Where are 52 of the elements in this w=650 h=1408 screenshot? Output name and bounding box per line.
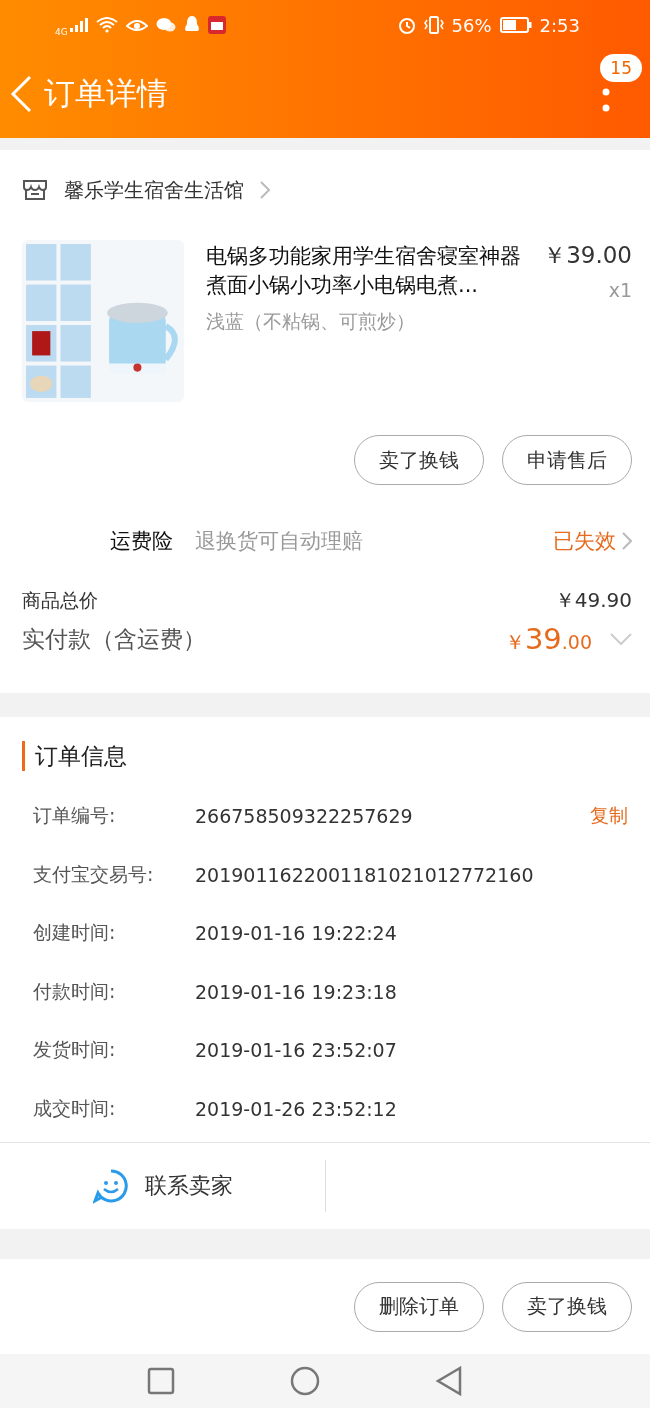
back-icon[interactable] [10,75,32,113]
insurance-label: 运费险 [110,528,173,555]
info-label: 成交时间: [33,1095,117,1121]
recent-apps-icon[interactable] [147,1367,175,1395]
info-label: 创建时间: [33,920,117,946]
info-value: 2019-01-26 23:52:12 [195,1097,397,1120]
contact-seller-button[interactable]: 联系卖家 [0,1143,325,1229]
back-triangle-icon[interactable] [435,1366,463,1396]
info-value: 2019-01-16 23:52:07 [195,1039,397,1062]
action-button[interactable]: 卖了换钱 [354,435,484,485]
shopping-app-icon [207,16,226,34]
insurance-description: 退换货可自动理赔 [195,528,363,555]
page-title: 订单详情 [44,74,168,113]
info-value: 2019011622001181021012772160 [195,863,534,886]
store-name[interactable]: 馨乐学生宿舍生活馆 [64,176,244,204]
penguin-icon [183,16,200,34]
home-icon[interactable] [290,1366,320,1396]
info-value: 2019-01-16 19:23:18 [195,980,397,1003]
paid-amount: ￥39.00 [504,622,592,656]
battery-percentage: 56% [451,14,492,36]
action-button[interactable]: 申请售后 [502,435,632,485]
vibrate-icon [423,16,444,34]
battery-icon [499,17,532,33]
network-type: 4G [55,27,68,37]
chevron-right-icon [260,181,270,199]
info-value: 2019-01-16 19:22:24 [195,922,397,945]
info-label: 发货时间: [33,1037,117,1063]
quantity: x1 [608,279,632,301]
alarm-icon [397,16,416,34]
info-label: 订单编号: [33,803,117,829]
eye-icon [125,17,148,33]
signal-icon [69,18,88,32]
clock-time: 2:53 [539,14,580,36]
goods-total-label: 商品总价 [22,587,98,613]
store-icon [22,179,48,201]
product-title[interactable]: 电锅多功能家用学生宿舍寝室神器煮面小锅小功率小电锅电煮... [206,242,536,301]
info-label: 支付宝交易号: [33,861,155,887]
action-button[interactable]: 卖了换钱 [502,1281,632,1332]
action-button[interactable]: 删除订单 [354,1281,484,1332]
more-icon[interactable] [602,88,610,114]
goods-total-value: ￥49.90 [554,587,632,614]
notification-badge: 15 [600,54,642,82]
chevron-right-icon [622,532,632,550]
unit-price: ￥39.00 [543,241,632,270]
info-label: 付款时间: [33,978,117,1004]
smiley-chat-icon [92,1168,129,1204]
section-title: 订单信息 [22,741,650,771]
info-value: 266758509322257629 [195,805,413,828]
paid-label: 实付款（含运费） [22,624,206,654]
wifi-icon [95,17,118,33]
chat-bubbles-icon [155,17,176,33]
product-variant: 浅蓝（不粘锅、可煎炒） [206,309,416,334]
